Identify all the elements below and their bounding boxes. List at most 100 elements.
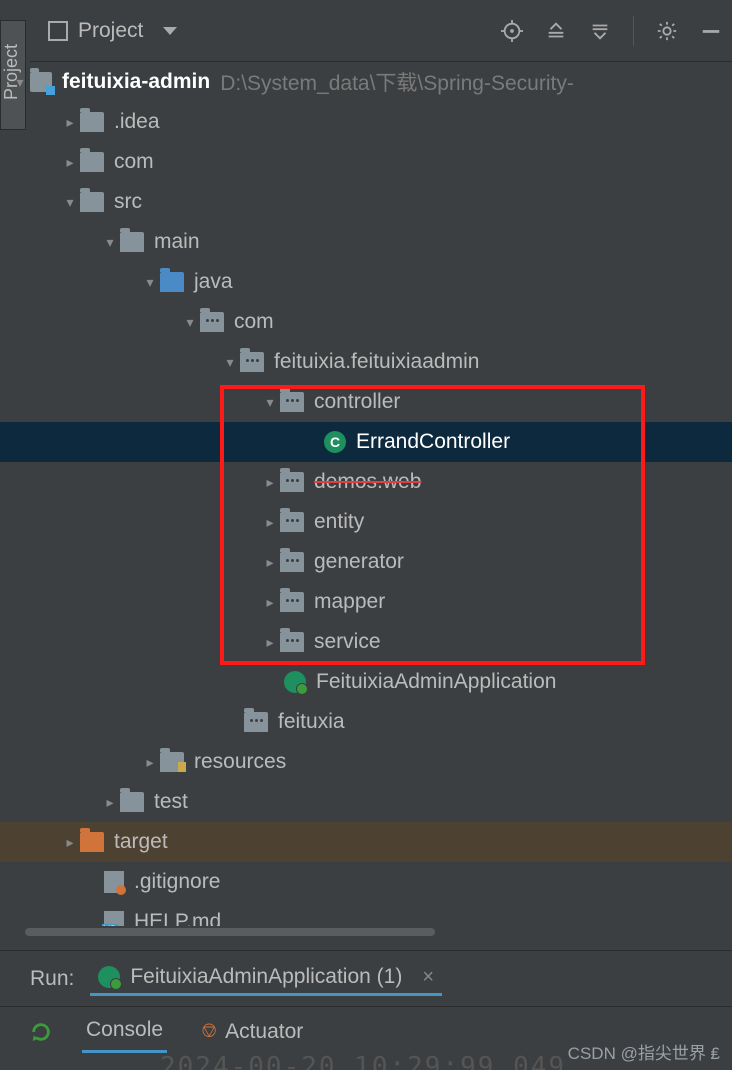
package-icon [244, 712, 268, 732]
label: target [114, 830, 168, 854]
rerun-icon[interactable] [30, 1021, 52, 1043]
package-icon [240, 352, 264, 372]
spring-app-icon [98, 966, 120, 988]
target-folder-icon [80, 832, 104, 852]
scrollbar-thumb[interactable] [25, 928, 435, 936]
chevron-right-icon[interactable]: ▸ [100, 794, 120, 811]
run-config-name: FeituixiaAdminApplication (1) [130, 965, 402, 989]
folder-icon [120, 232, 144, 252]
chevron-down-icon[interactable]: ▾ [180, 314, 200, 331]
chevron-right-icon[interactable]: ▸ [260, 554, 280, 571]
project-view-selector[interactable]: Project [40, 15, 185, 47]
tree-item-entity[interactable]: ▸ entity [0, 502, 732, 542]
chevron-down-icon[interactable]: ▾ [10, 74, 30, 91]
label: .idea [114, 110, 160, 134]
label: feituixia.feituixiaadmin [274, 350, 479, 374]
tree-item-errand-controller[interactable]: CErrandController [0, 422, 732, 462]
tree-item-mapper[interactable]: ▸mapper [0, 582, 732, 622]
chevron-right-icon[interactable]: ▸ [260, 634, 280, 651]
close-icon[interactable]: × [422, 966, 434, 989]
tree-root[interactable]: ▾ feituixia-admin D:\System_data\下载\Spri… [0, 62, 732, 102]
actuator-tab[interactable]: ⎊ Actuator [197, 1012, 307, 1052]
tree-item-resources[interactable]: ▸ resources [0, 742, 732, 782]
separator [633, 16, 634, 46]
clipped-log-line: 2024-00-20 10:29:99.049 [160, 1052, 566, 1070]
label: com [114, 150, 154, 174]
chevron-right-icon[interactable]: ▸ [260, 474, 280, 491]
horizontal-scrollbar[interactable] [25, 926, 732, 938]
tree-item-idea[interactable]: ▸ .idea [0, 102, 732, 142]
chevron-right-icon[interactable]: ▸ [260, 514, 280, 531]
label: entity [314, 510, 364, 534]
chevron-right-icon[interactable]: ▸ [60, 114, 80, 131]
hide-icon[interactable] [700, 20, 722, 42]
expand-all-icon[interactable] [545, 20, 567, 42]
label: com [234, 310, 274, 334]
console-tab[interactable]: Console [82, 1010, 167, 1053]
package-icon [280, 552, 304, 572]
label: generator [314, 550, 404, 574]
tree-item-generator[interactable]: ▸ generator [0, 542, 732, 582]
tree-item-app-class[interactable]: FeituixiaAdminApplication [0, 662, 732, 702]
label: src [114, 190, 142, 214]
toolbar-actions [501, 16, 722, 46]
actuator-icon: ⎊ [201, 1020, 217, 1043]
resources-folder-icon [160, 752, 184, 772]
source-folder-icon [160, 272, 184, 292]
chevron-down-icon[interactable]: ▾ [140, 274, 160, 291]
label: controller [314, 390, 400, 414]
folder-icon [120, 792, 144, 812]
root-name: feituixia-admin [62, 70, 210, 94]
tree-item-java[interactable]: ▾ java [0, 262, 732, 302]
tree-item-pkgroot[interactable]: ▾ feituixia.feituixiaadmin [0, 342, 732, 382]
label: main [154, 230, 200, 254]
package-icon [280, 512, 304, 532]
chevron-right-icon[interactable]: ▸ [260, 594, 280, 611]
folder-icon [80, 152, 104, 172]
tree-item-service[interactable]: ▸service [0, 622, 732, 662]
label: FeituixiaAdminApplication [316, 670, 556, 694]
tree-item-demos[interactable]: ▸ demos.web [0, 462, 732, 502]
collapse-all-icon[interactable] [589, 20, 611, 42]
label: test [154, 790, 188, 814]
label: Actuator [225, 1020, 303, 1044]
chevron-down-icon[interactable]: ▾ [260, 394, 280, 411]
run-label: Run: [30, 967, 74, 991]
chevron-down-icon[interactable]: ▾ [220, 354, 240, 371]
project-label: Project [78, 19, 143, 43]
folder-icon [80, 192, 104, 212]
label: feituxia [278, 710, 345, 734]
tree-item-com[interactable]: ▸ com [0, 142, 732, 182]
package-icon [200, 312, 224, 332]
class-icon: C [324, 431, 346, 453]
chevron-right-icon[interactable]: ▸ [60, 154, 80, 171]
project-toolbar: Project [30, 0, 732, 62]
tree-item-src[interactable]: ▾ src [0, 182, 732, 222]
tree-item-target[interactable]: ▸ target [0, 822, 732, 862]
chevron-down-icon[interactable]: ▾ [60, 194, 80, 211]
tree-item-test[interactable]: ▸ test [0, 782, 732, 822]
tree-item-gitignore[interactable]: .gitignore [0, 862, 732, 902]
tree-item-main[interactable]: ▾ main [0, 222, 732, 262]
package-icon [280, 632, 304, 652]
folder-icon [80, 112, 104, 132]
chevron-right-icon[interactable]: ▸ [60, 834, 80, 851]
tree-item-feituxia[interactable]: feituxia [0, 702, 732, 742]
label: java [194, 270, 233, 294]
chevron-down-icon [163, 27, 177, 35]
chevron-down-icon[interactable]: ▾ [100, 234, 120, 251]
package-icon [280, 592, 304, 612]
project-icon [48, 21, 68, 41]
tree-item-controller[interactable]: ▾ controller [0, 382, 732, 422]
chevron-right-icon[interactable]: ▸ [140, 754, 160, 771]
label: demos.web [314, 470, 421, 494]
run-config-tab[interactable]: FeituixiaAdminApplication (1) × [90, 961, 442, 996]
locate-icon[interactable] [501, 20, 523, 42]
tree-item-com2[interactable]: ▾ com [0, 302, 732, 342]
package-icon [280, 472, 304, 492]
project-tree[interactable]: ▾ feituixia-admin D:\System_data\下载\Spri… [0, 62, 732, 940]
package-icon [280, 392, 304, 412]
watermark-text: CSDN @指尖世界 ₤ [568, 1039, 720, 1064]
label: resources [194, 750, 286, 774]
gear-icon[interactable] [656, 20, 678, 42]
